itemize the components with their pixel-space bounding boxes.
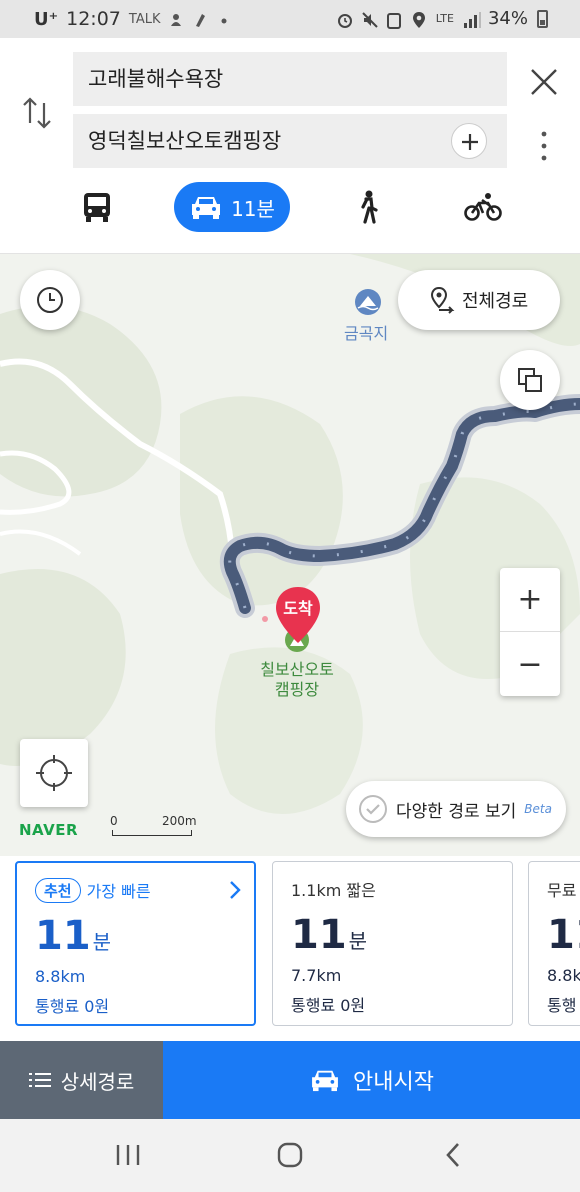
walk-mode-tab[interactable]	[345, 182, 391, 232]
map-scale: 0 200m	[108, 814, 198, 840]
add-waypoint-button[interactable]	[451, 123, 487, 159]
map-layer-button[interactable]	[500, 350, 560, 410]
zoom-control: + −	[500, 568, 560, 696]
kakaotalk-icon: TALK	[128, 11, 161, 27]
transport-mode-tabs: 11분	[0, 182, 580, 234]
swap-icon[interactable]	[18, 93, 58, 133]
recycle-icon	[386, 11, 402, 29]
bike-mode-tab[interactable]	[458, 182, 508, 232]
dot-icon	[216, 11, 232, 27]
car-time-label: 11분	[231, 196, 275, 221]
mute-icon	[361, 11, 378, 28]
battery-percent: 34%	[487, 8, 528, 29]
home-icon[interactable]	[270, 1137, 310, 1173]
car-icon	[312, 1070, 338, 1092]
signal-icon	[463, 11, 481, 28]
scale-zero-label: 0	[110, 814, 118, 828]
more-options-icon[interactable]	[531, 126, 557, 166]
carrier-label: U⁺	[34, 8, 59, 30]
car-mode-tab[interactable]: 11분	[174, 182, 290, 232]
notification-icon	[192, 11, 208, 27]
recommended-badge: 추천	[35, 877, 81, 903]
start-navigation-button[interactable]: 안내시작	[163, 1041, 580, 1119]
lake-label[interactable]: 금곡지	[344, 320, 388, 344]
start-navigation-label: 안내시작	[353, 1070, 434, 1095]
detail-route-button[interactable]: 상세경로	[0, 1041, 163, 1119]
route-search-header: 고래불해수욕장 영덕칠보산오토캠핑장 11분	[0, 38, 580, 254]
recent-apps-icon[interactable]	[108, 1137, 148, 1173]
chevron-right-icon[interactable]	[226, 879, 244, 901]
battery-icon	[537, 9, 548, 28]
route-distance: 8.8k	[547, 966, 580, 985]
route-label: 무료	[547, 881, 577, 900]
destination-text: 영덕칠보산오토캠핑장	[88, 129, 282, 153]
campsite-label[interactable]: 칠보산오토 캠핑장	[252, 660, 342, 700]
origin-field[interactable]: 고래불해수욕장	[73, 52, 507, 106]
full-route-label: 전체경로	[462, 291, 529, 312]
route-label: 1.1km 짧은	[291, 881, 376, 900]
destination-field[interactable]: 영덕칠보산오토캠핑장	[73, 114, 507, 168]
route-time: 11	[547, 912, 580, 958]
system-navigation-bar	[0, 1119, 580, 1192]
route-time: 11 분	[35, 913, 111, 959]
walking-person-icon	[361, 190, 378, 224]
route-time: 11 분	[291, 912, 367, 958]
status-bar: U⁺ 12:07 TALK LTE 34%	[0, 0, 580, 38]
zoom-out-button[interactable]: −	[500, 632, 560, 696]
list-icon	[28, 1073, 51, 1087]
bus-icon	[84, 193, 110, 222]
route-time-value: 11	[291, 912, 347, 958]
full-route-button[interactable]: 전체경로	[398, 270, 560, 330]
route-time-unit: 분	[348, 929, 368, 953]
route-time-value: 11	[547, 912, 580, 958]
location-icon	[411, 11, 427, 28]
route-options: 추천 가장 빠른 11 분 8.8km 통행료 0원 1.1km 짧은 11 분 7…	[0, 856, 580, 1040]
scale-bar	[112, 830, 192, 836]
network-type: LTE	[435, 12, 454, 25]
route-toll: 통행	[547, 996, 577, 1015]
close-icon[interactable]	[522, 60, 566, 104]
route-pin-icon	[430, 286, 455, 314]
arrival-label: 도착	[283, 599, 313, 618]
clock-icon	[37, 287, 63, 313]
route-time-unit: 분	[92, 930, 112, 954]
arrival-pin[interactable]: 도착	[274, 585, 322, 651]
notification-icon	[168, 11, 184, 27]
check-circle-icon	[359, 795, 387, 823]
route-card-fastest[interactable]: 추천 가장 빠른 11 분 8.8km 통행료 0원	[15, 861, 256, 1026]
bus-mode-tab[interactable]	[72, 182, 122, 232]
route-distance: 7.7km	[291, 966, 342, 985]
route-card-shortest[interactable]: 1.1km 짧은 11 분 7.7km 통행료 0원	[272, 861, 513, 1026]
car-icon	[192, 197, 221, 219]
campsite-name-line2: 캠핑장	[274, 680, 320, 699]
crosshair-icon	[36, 755, 72, 791]
clock-time: 12:07	[66, 8, 121, 30]
zoom-in-button[interactable]: +	[500, 568, 560, 632]
departure-time-button[interactable]	[20, 270, 80, 330]
various-routes-label: 다양한 경로 보기	[396, 801, 517, 822]
map-view[interactable]: 전체경로 금곡지 도착 칠보산오토 캠핑장 + − NAVER 0 200m 다…	[0, 254, 580, 856]
beta-badge: Beta	[524, 802, 552, 816]
action-bar: 상세경로 안내시작	[0, 1041, 580, 1119]
campsite-name-line1: 칠보산오토	[260, 660, 334, 679]
route-label: 가장 빠른	[86, 882, 151, 901]
naver-logo: NAVER	[19, 821, 79, 839]
route-distance: 8.8km	[35, 967, 86, 986]
back-icon[interactable]	[434, 1137, 474, 1173]
scale-distance-label: 200m	[162, 814, 197, 828]
route-time-value: 11	[35, 913, 91, 959]
route-toll: 통행료 0원	[291, 996, 366, 1015]
alarm-icon	[336, 11, 352, 28]
layers-icon	[518, 368, 542, 392]
route-toll: 통행료 0원	[35, 997, 110, 1016]
current-location-button[interactable]	[20, 739, 88, 807]
route-card-free[interactable]: 무료 11 8.8k 통행	[528, 861, 580, 1026]
bicycle-icon	[464, 193, 502, 221]
various-routes-button[interactable]: 다양한 경로 보기 Beta	[346, 781, 566, 837]
detail-route-label: 상세경로	[60, 1069, 135, 1094]
